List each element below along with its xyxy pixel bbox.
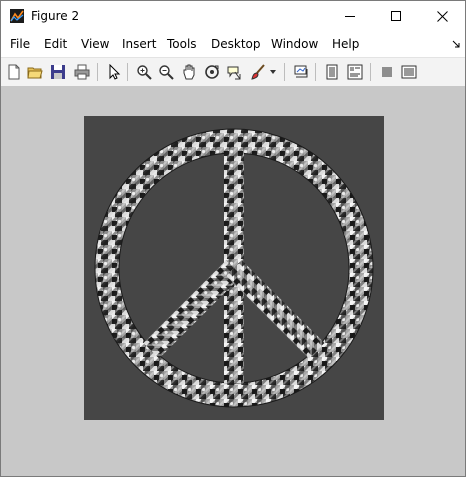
- toolbar-separator: [370, 63, 371, 81]
- menu-edit[interactable]: Edit: [44, 37, 67, 51]
- matlab-figure-icon: [10, 9, 24, 23]
- plot-browser-button[interactable]: [377, 62, 397, 82]
- toolbar-separator: [284, 63, 285, 81]
- data-cursor-icon: [227, 66, 241, 80]
- menu-tools[interactable]: Tools: [167, 37, 197, 51]
- edit-plot-button[interactable]: [104, 62, 124, 82]
- brush-icon: [251, 64, 265, 80]
- title-bar[interactable]: Figure 2: [1, 1, 465, 32]
- close-icon: [436, 11, 448, 22]
- property-editor-icon: [401, 65, 417, 79]
- menu-window[interactable]: Window: [271, 37, 318, 51]
- peace-symbol-flag-mosaic: [94, 128, 374, 408]
- data-cursor-button[interactable]: [225, 62, 245, 82]
- menu-insert[interactable]: Insert: [122, 37, 156, 51]
- zoom-out-button[interactable]: [156, 62, 176, 82]
- image-axes[interactable]: [84, 116, 384, 420]
- maximize-icon: [390, 11, 401, 21]
- maximize-button[interactable]: [373, 1, 419, 32]
- pan-hand-icon: [183, 64, 195, 80]
- rotate-3d-button[interactable]: [202, 62, 222, 82]
- minimize-icon: [344, 16, 355, 17]
- toolbar-separator: [315, 63, 316, 81]
- save-icon: [51, 65, 65, 79]
- close-button[interactable]: [419, 1, 465, 32]
- rotate-3d-icon: [205, 65, 219, 79]
- zoom-in-button[interactable]: [134, 62, 154, 82]
- zoom-out-icon: [159, 65, 174, 80]
- show-plot-tools-button[interactable]: [345, 62, 365, 82]
- open-file-button[interactable]: [25, 62, 45, 82]
- figure-canvas[interactable]: [1, 86, 465, 476]
- dock-arrow-icon[interactable]: [451, 39, 461, 49]
- menu-desktop[interactable]: Desktop: [211, 37, 261, 51]
- show-plot-tools-icon: [347, 64, 363, 80]
- menu-bar: File Edit View Insert Tools Desktop Wind…: [1, 32, 465, 57]
- brush-button[interactable]: [248, 62, 268, 82]
- figure-window: Figure 2 File Edit View Insert Tools Des…: [0, 0, 466, 477]
- plot-browser-icon: [382, 67, 392, 77]
- pan-button[interactable]: [179, 62, 199, 82]
- menu-help[interactable]: Help: [332, 37, 359, 51]
- save-button[interactable]: [48, 62, 68, 82]
- menu-file[interactable]: File: [10, 37, 30, 51]
- zoom-in-icon: [137, 65, 152, 80]
- print-button[interactable]: [72, 62, 92, 82]
- new-figure-button[interactable]: [4, 62, 24, 82]
- hide-plot-tools-button[interactable]: [322, 62, 342, 82]
- hide-plot-tools-icon: [326, 64, 338, 80]
- chevron-down-icon: [270, 70, 276, 74]
- property-editor-button[interactable]: [399, 62, 419, 82]
- menu-view[interactable]: View: [81, 37, 109, 51]
- edit-plot-pointer-icon: [109, 64, 121, 80]
- link-plot-icon: [294, 65, 308, 78]
- brush-dropdown-button[interactable]: [267, 62, 279, 82]
- figure-toolbar: [1, 57, 465, 87]
- link-plot-button[interactable]: [291, 62, 311, 82]
- open-file-icon: [27, 67, 43, 79]
- minimize-button[interactable]: [327, 1, 373, 32]
- print-icon: [74, 64, 90, 80]
- new-figure-icon: [8, 64, 20, 80]
- window-title: Figure 2: [31, 9, 80, 23]
- toolbar-separator: [97, 63, 98, 81]
- toolbar-separator: [127, 63, 128, 81]
